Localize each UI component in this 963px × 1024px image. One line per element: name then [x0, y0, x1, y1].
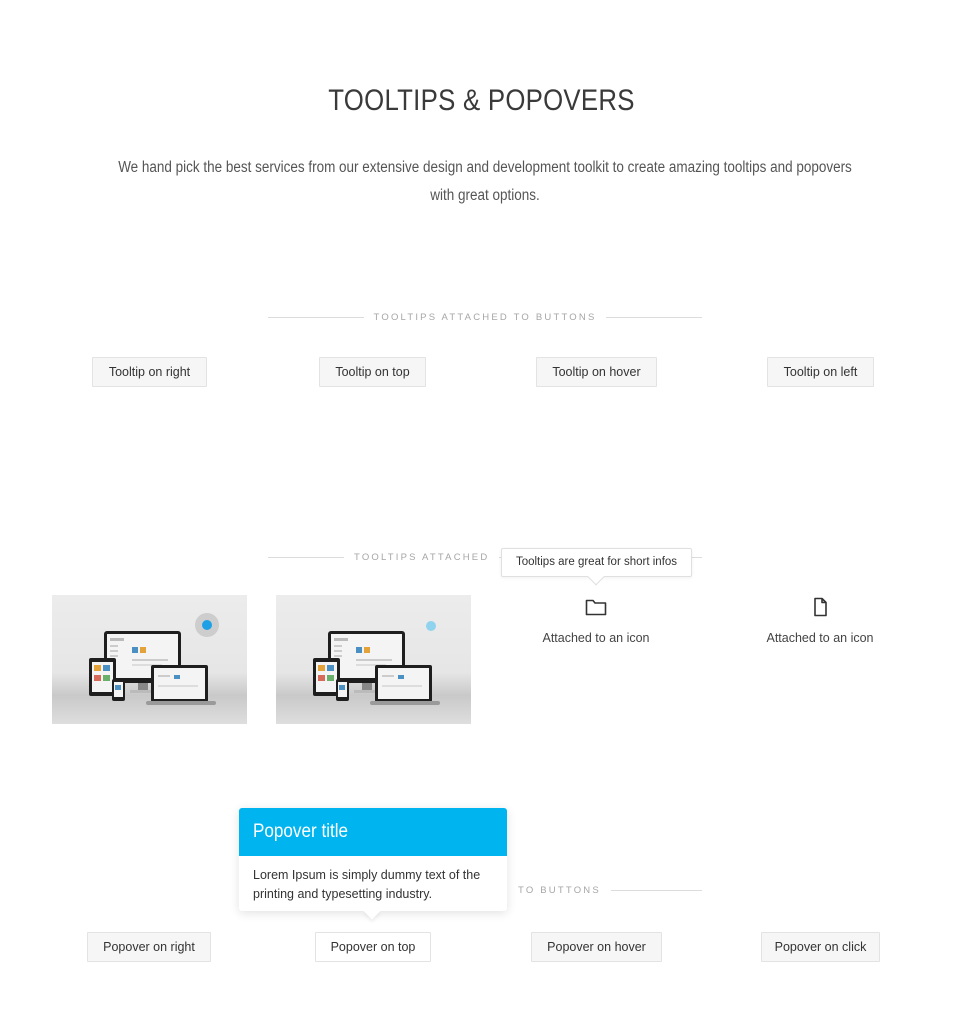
popover-hover-button[interactable]: Popover on hover	[531, 932, 662, 962]
devices-illustration	[89, 631, 216, 705]
icon-tooltip: Tooltips are great for short infos	[501, 548, 692, 586]
popover: Popover title Lorem Ipsum is simply dumm…	[239, 808, 507, 920]
icon-item-folder: Attached to an icon	[501, 596, 691, 645]
tooltip-arrow	[587, 568, 605, 586]
divider-line	[610, 889, 702, 891]
device-image[interactable]	[52, 595, 247, 724]
icon-label: Attached to an icon	[542, 631, 650, 645]
page: TOOLTIPS & POPOVERS We hand pick the bes…	[0, 0, 963, 1024]
section-label: TOOLTIPS ATTACHED	[354, 551, 490, 563]
divider-line	[268, 556, 344, 558]
popover-click-button[interactable]: Popover on click	[761, 932, 880, 962]
hotspot-dot[interactable]	[426, 621, 436, 631]
section-divider-buttons: TOOLTIPS ATTACHED TO BUTTONS	[268, 310, 703, 324]
popover-top-button[interactable]: Popover on top	[315, 932, 431, 962]
popover-header: Popover title	[239, 808, 507, 856]
icon-item-file: Attached to an icon	[725, 596, 915, 645]
devices-illustration	[313, 631, 440, 705]
tooltip-top-button[interactable]: Tooltip on top	[319, 357, 426, 387]
icon-label: Attached to an icon	[766, 631, 874, 645]
folder-icon[interactable]	[584, 596, 608, 618]
tooltip-text: Tooltips are great for short infos	[515, 556, 678, 568]
section-label: TOOLTIPS ATTACHED TO BUTTONS	[373, 311, 597, 323]
page-subtitle: We hand pick the best services from our …	[118, 159, 852, 204]
tooltip-right-button[interactable]: Tooltip on right	[92, 357, 207, 387]
hotspot-marker[interactable]	[195, 613, 219, 637]
section-label: TO BUTTONS	[518, 884, 601, 896]
popover-title: Popover title	[253, 821, 349, 842]
divider-line	[268, 316, 364, 318]
popover-right-button[interactable]: Popover on right	[87, 932, 211, 962]
page-title: TOOLTIPS & POPOVERS	[328, 84, 635, 117]
hotspot-dot	[202, 620, 212, 630]
device-image[interactable]	[276, 595, 471, 724]
divider-line	[606, 316, 703, 318]
tooltip-hover-button[interactable]: Tooltip on hover	[536, 357, 657, 387]
tooltip-left-button[interactable]: Tooltip on left	[767, 357, 874, 387]
file-icon[interactable]	[808, 596, 832, 618]
